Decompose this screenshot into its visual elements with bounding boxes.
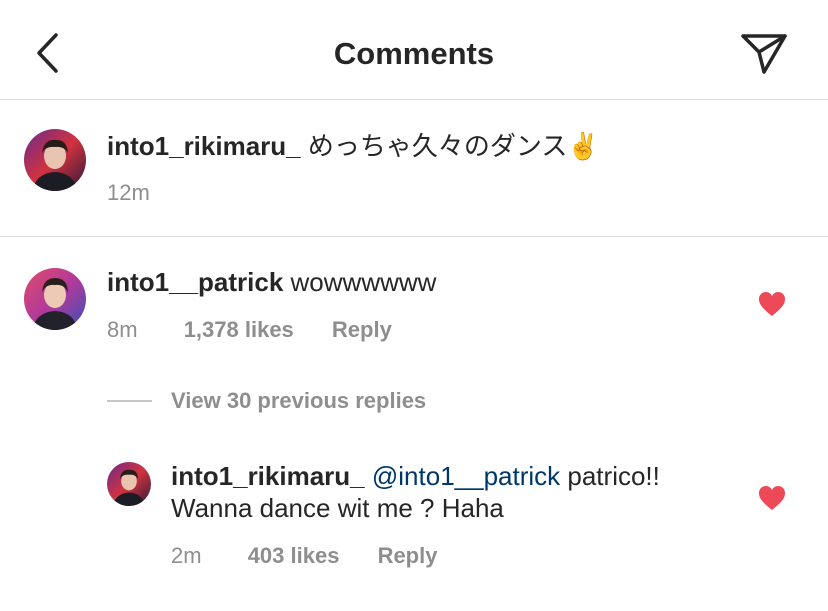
page-title: Comments bbox=[333, 36, 495, 71]
comment-like-button[interactable] bbox=[758, 291, 786, 317]
heart-icon bbox=[759, 292, 785, 316]
caption-meta: 12m bbox=[107, 180, 150, 206]
reply-text-line2: Wanna dance wit me ? Haha bbox=[171, 492, 504, 524]
comment-likes[interactable]: 1,378 likes bbox=[184, 317, 294, 342]
reply-username[interactable]: into1_rikimaru_ bbox=[171, 461, 365, 491]
comment-body: wowwwwww bbox=[290, 267, 437, 297]
caption-divider bbox=[0, 236, 828, 237]
comment-meta: 8m 1,378 likes Reply bbox=[107, 317, 392, 343]
avatar[interactable] bbox=[24, 129, 86, 191]
comment-reply-button[interactable]: Reply bbox=[332, 317, 392, 342]
reply-body-line1: patrico!! bbox=[567, 461, 660, 491]
caption-time: 12m bbox=[107, 180, 150, 205]
victory-hand-emoji: ✌️ bbox=[567, 131, 600, 161]
reply-likes[interactable]: 403 likes bbox=[248, 543, 340, 568]
heart-icon bbox=[759, 486, 785, 510]
avatar-image bbox=[107, 462, 151, 506]
view-previous-replies-button[interactable]: View 30 previous replies bbox=[171, 388, 426, 414]
reply-reply-button[interactable]: Reply bbox=[378, 543, 438, 568]
reply-time: 2m bbox=[171, 543, 202, 568]
reply-like-button[interactable] bbox=[758, 485, 786, 511]
header-bar: Comments bbox=[0, 0, 828, 99]
avatar-image bbox=[24, 268, 86, 330]
caption-username[interactable]: into1_rikimaru_ bbox=[107, 131, 301, 161]
caption-body: めっちゃ久々のダンス bbox=[307, 131, 568, 161]
reply-mention[interactable]: @into1__patrick bbox=[372, 461, 560, 491]
header-divider bbox=[0, 99, 828, 100]
reply-body-line2: Wanna dance wit me ? Haha bbox=[171, 493, 504, 523]
comment-text: into1__patrick wowwwwww bbox=[107, 266, 436, 298]
paper-plane-icon bbox=[741, 34, 787, 74]
replies-divider-line bbox=[107, 400, 152, 402]
reply-meta: 2m 403 likes Reply bbox=[171, 543, 437, 569]
comment-time: 8m bbox=[107, 317, 138, 342]
reply-text-line1: into1_rikimaru_ @into1__patrick patrico!… bbox=[171, 460, 660, 492]
avatar[interactable] bbox=[24, 268, 86, 330]
caption-text: into1_rikimaru_ めっちゃ久々のダンス✌️ bbox=[107, 130, 600, 162]
comment-username[interactable]: into1__patrick bbox=[107, 267, 283, 297]
avatar-image bbox=[24, 129, 86, 191]
avatar[interactable] bbox=[107, 462, 151, 506]
share-button[interactable] bbox=[738, 30, 790, 78]
